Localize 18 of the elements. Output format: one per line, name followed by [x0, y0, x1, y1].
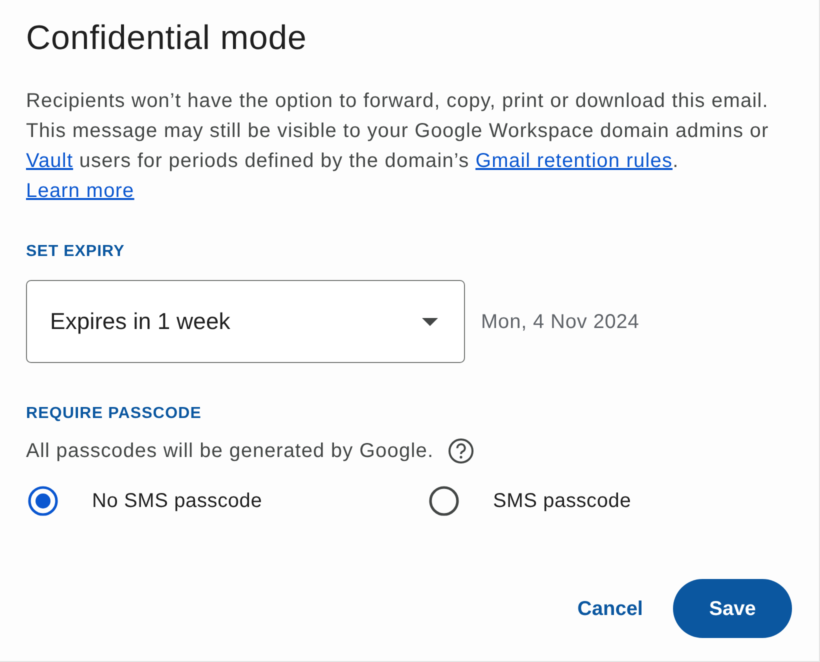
radio-label[interactable]: No SMS passcode [92, 486, 262, 516]
text-link[interactable]: Learn more [26, 180, 134, 202]
text-link[interactable]: Gmail retention rules [475, 150, 673, 172]
description-text: Recipients won’t have the option to forward, copy, print or download this email. This message may still be visible to your Google Workspace domain admins or Vault users for periods defined by the domain’s Gmail retention rules. Learn more [26, 89, 770, 204]
expiry-date: Mon, 4 Nov 2024 [481, 310, 640, 334]
save-button[interactable]: Save [673, 579, 792, 638]
passcode-note: All passcodes will be generated by Google. [26, 439, 434, 464]
radio-button[interactable] [429, 486, 459, 516]
radio-button[interactable] [28, 486, 58, 516]
caret-down-icon [422, 318, 438, 326]
dialog-title: Confidential mode [26, 18, 307, 58]
expiry-dropdown[interactable]: Expires in 1 week [26, 280, 465, 363]
section-heading: REQUIRE PASSCODE [26, 404, 202, 424]
text-link[interactable]: Vault [26, 150, 74, 172]
radio-label[interactable]: SMS passcode [493, 486, 632, 516]
section-heading: SET EXPIRY [26, 242, 125, 262]
help-icon[interactable] [448, 438, 474, 464]
cancel-button[interactable]: Cancel [577, 588, 643, 628]
